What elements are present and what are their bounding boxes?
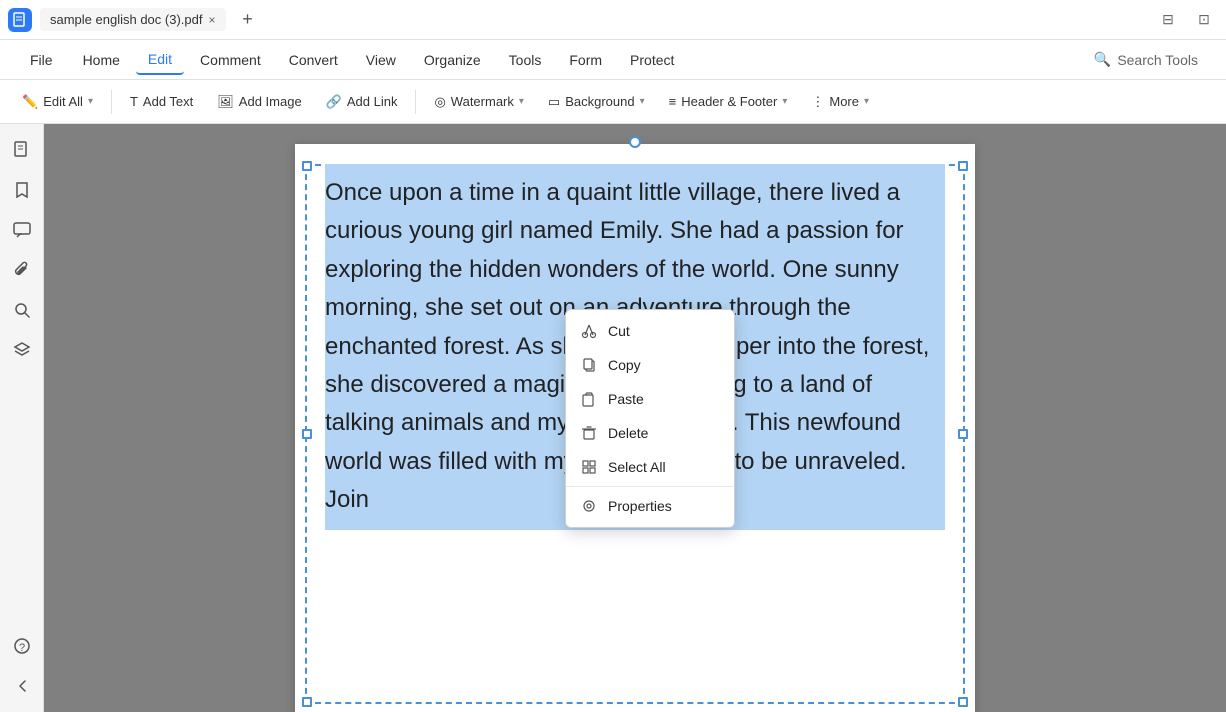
menu-home[interactable]: Home (71, 46, 132, 74)
more-button[interactable]: ⋮ More ▾ (801, 89, 879, 115)
context-menu-paste[interactable]: Paste (566, 382, 734, 416)
properties-icon (580, 497, 598, 515)
menu-bar: File Home Edit Comment Convert View Orga… (0, 40, 1226, 80)
add-link-icon: 🔗 (326, 94, 342, 110)
toolbar-divider-2 (415, 90, 416, 114)
menu-form[interactable]: Form (557, 46, 614, 74)
context-menu-delete[interactable]: Delete (566, 416, 734, 450)
sidebar-item-search[interactable] (4, 292, 40, 328)
watermark-chevron: ▾ (519, 96, 524, 107)
add-text-icon: T (130, 94, 138, 109)
add-link-button[interactable]: 🔗 Add Link (316, 89, 408, 115)
sidebar-item-attachments[interactable] (4, 252, 40, 288)
more-chevron: ▾ (864, 96, 869, 107)
tab-title: sample english doc (3).pdf (50, 12, 202, 27)
cut-icon (580, 322, 598, 340)
watermark-icon: ◎ (434, 94, 445, 110)
context-menu-divider (566, 486, 734, 487)
menu-organize[interactable]: Organize (412, 46, 493, 74)
content-area: Once upon a time in a quaint little vill… (44, 124, 1226, 712)
sidebar-item-comments[interactable] (4, 212, 40, 248)
context-menu-select-all[interactable]: Select All (566, 450, 734, 484)
menu-view[interactable]: View (354, 46, 408, 74)
sidebar-bottom: ? (4, 628, 40, 704)
menu-protect[interactable]: Protect (618, 46, 686, 74)
delete-icon (580, 424, 598, 442)
background-button[interactable]: ▭ Background ▾ (538, 89, 655, 115)
handle-top-right (958, 161, 968, 171)
context-menu-select-all-label: Select All (608, 459, 666, 475)
handle-bottom-left (302, 697, 312, 707)
title-bar: sample english doc (3).pdf × + ⊟ ⊡ (0, 0, 1226, 40)
add-text-label: Add Text (143, 94, 193, 109)
paste-icon (580, 390, 598, 408)
edit-all-icon: ✏️ (22, 94, 38, 110)
maximize-button[interactable]: ⊡ (1190, 6, 1218, 34)
tab-close-button[interactable]: × (208, 13, 215, 27)
background-label: Background (565, 94, 634, 109)
toolbar-divider-1 (111, 90, 112, 114)
search-tools-label: Search Tools (1117, 52, 1198, 68)
context-menu: Cut Copy Paste (565, 309, 735, 528)
context-menu-copy[interactable]: Copy (566, 348, 734, 382)
add-image-label: Add Image (239, 94, 302, 109)
sidebar: ? (0, 124, 44, 712)
menu-convert[interactable]: Convert (277, 46, 350, 74)
context-menu-popup: Cut Copy Paste (565, 309, 735, 528)
new-tab-button[interactable]: + (234, 6, 262, 34)
edit-all-button[interactable]: ✏️ Edit All ▾ (12, 89, 103, 115)
header-footer-button[interactable]: ≡ Header & Footer ▾ (659, 89, 798, 114)
sidebar-item-bookmarks[interactable] (4, 172, 40, 208)
handle-top-left (302, 161, 312, 171)
header-footer-label: Header & Footer (681, 94, 777, 109)
minimize-button[interactable]: ⊟ (1154, 6, 1182, 34)
context-menu-properties[interactable]: Properties (566, 489, 734, 523)
handle-middle-right (958, 429, 968, 439)
watermark-label: Watermark (451, 94, 514, 109)
context-menu-copy-label: Copy (608, 357, 641, 373)
sidebar-item-collapse[interactable] (4, 668, 40, 704)
svg-text:?: ? (19, 642, 25, 654)
menu-comment[interactable]: Comment (188, 46, 273, 74)
menu-edit[interactable]: Edit (136, 45, 184, 75)
document-tab[interactable]: sample english doc (3).pdf × (40, 8, 226, 31)
handle-rotate (629, 136, 641, 148)
context-menu-paste-label: Paste (608, 391, 644, 407)
edit-all-chevron: ▾ (88, 96, 93, 107)
handle-middle-left (302, 429, 312, 439)
background-chevron: ▾ (640, 96, 645, 107)
select-all-icon (580, 458, 598, 476)
handle-bottom-right (958, 697, 968, 707)
header-footer-icon: ≡ (669, 94, 677, 109)
add-image-button[interactable]: 🖼 Add Image (207, 89, 311, 115)
search-tools-button[interactable]: 🔍 Search Tools (1082, 45, 1210, 74)
toolbar: ✏️ Edit All ▾ T Add Text 🖼 Add Image 🔗 A… (0, 80, 1226, 124)
header-footer-chevron: ▾ (782, 96, 787, 107)
sidebar-item-layers[interactable] (4, 332, 40, 368)
copy-icon (580, 356, 598, 374)
context-menu-cut[interactable]: Cut (566, 314, 734, 348)
add-link-label: Add Link (347, 94, 398, 109)
search-tools-icon: 🔍 (1094, 51, 1111, 68)
more-icon: ⋮ (811, 94, 824, 110)
sidebar-item-pages[interactable] (4, 132, 40, 168)
context-menu-delete-label: Delete (608, 425, 648, 441)
app-icon (8, 8, 32, 32)
add-image-icon: 🖼 (217, 94, 234, 110)
pdf-page: Once upon a time in a quaint little vill… (295, 144, 975, 712)
context-menu-properties-label: Properties (608, 498, 672, 514)
context-menu-cut-label: Cut (608, 323, 630, 339)
more-label: More (829, 94, 859, 109)
menu-tools[interactable]: Tools (497, 46, 554, 74)
add-text-button[interactable]: T Add Text (120, 89, 203, 114)
window-controls: ⊟ ⊡ (1154, 6, 1218, 34)
background-icon: ▭ (548, 94, 560, 110)
sidebar-item-help[interactable]: ? (4, 628, 40, 664)
menu-file[interactable]: File (16, 46, 67, 74)
watermark-button[interactable]: ◎ Watermark ▾ (424, 89, 533, 115)
main-layout: ? Once upon a time in a quaint little (0, 124, 1226, 712)
edit-all-label: Edit All (43, 94, 83, 109)
